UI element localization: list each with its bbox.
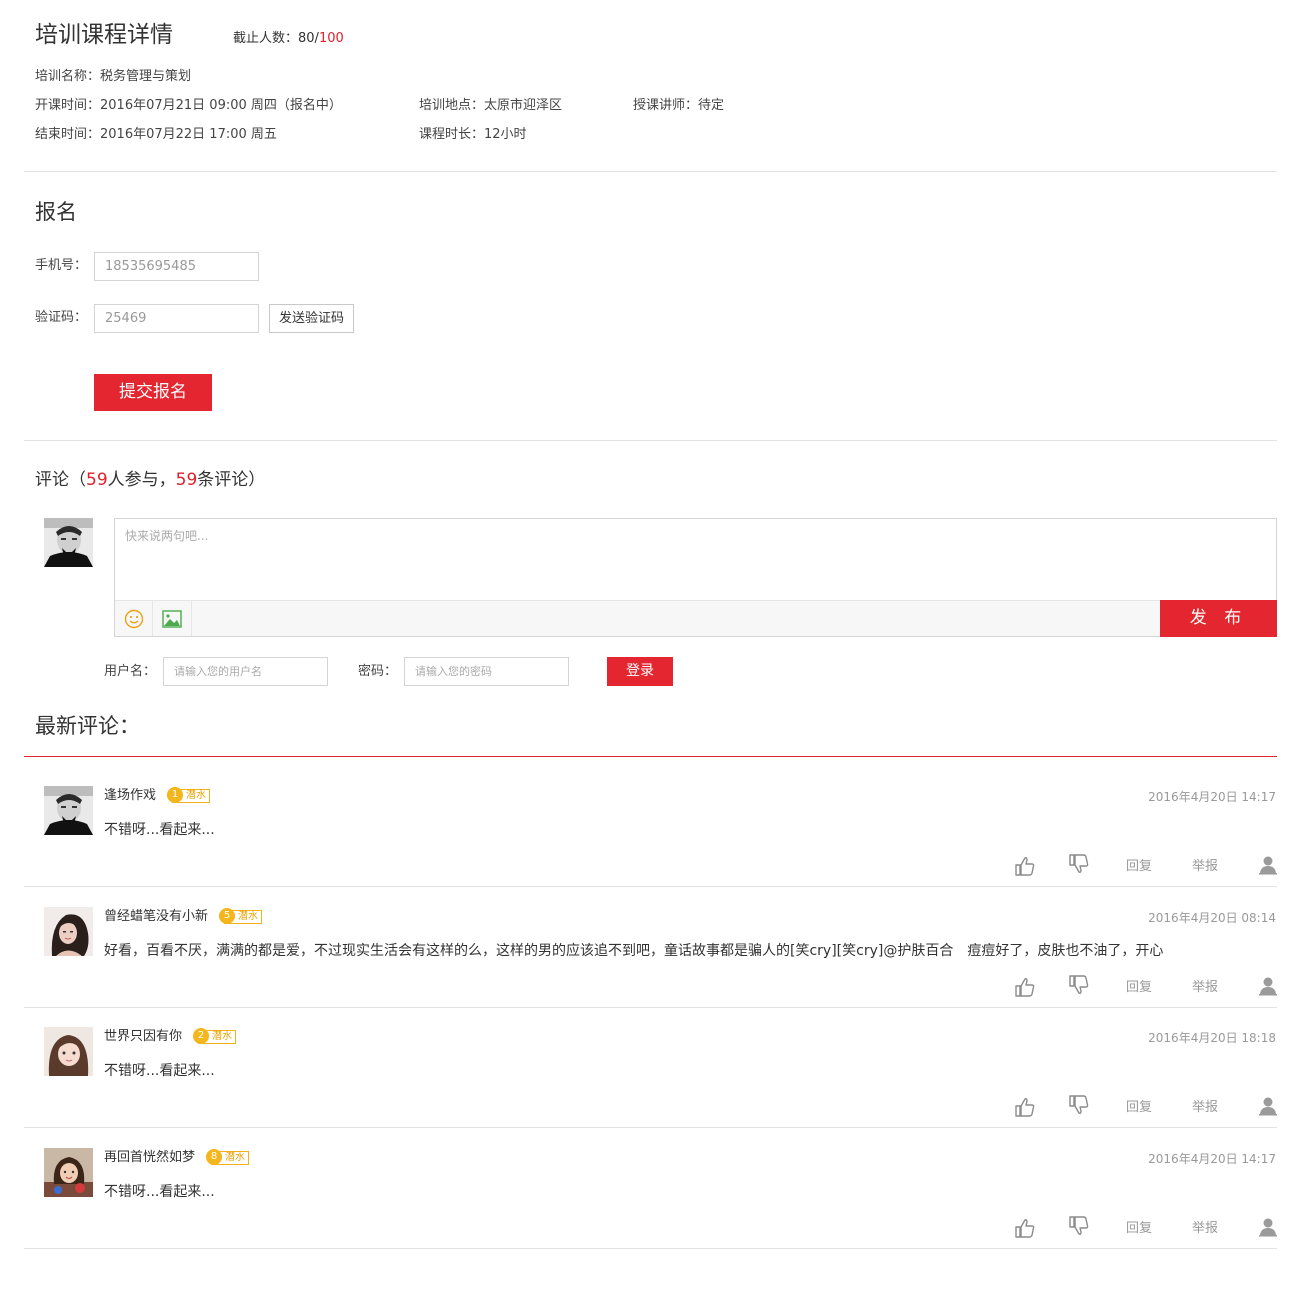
like-icon[interactable] xyxy=(1014,855,1036,881)
comment-header: 逢场作戏 1 潜水 xyxy=(104,787,211,805)
publish-button[interactable]: 发 布 xyxy=(1160,600,1277,637)
report-button[interactable]: 举报 xyxy=(1192,1099,1218,1117)
phone-label: 手机号： xyxy=(35,258,88,273)
latest-comments-heading: 最新评论： xyxy=(35,714,140,738)
submit-signup-button[interactable]: 提交报名 xyxy=(94,374,212,411)
comment-count: 59 xyxy=(175,470,198,490)
summary-mid: 人参与， xyxy=(107,470,176,490)
participant-count: 59 xyxy=(86,470,108,490)
verification-code-input[interactable]: 25469 xyxy=(94,304,259,333)
comment-item: 再回首恍然如梦 8 潜水 2016年4月20日 14:17 不错呀...看起来..… xyxy=(0,1128,1300,1249)
user-level: 1 xyxy=(167,787,184,803)
image-icon[interactable] xyxy=(153,601,192,636)
course-duration: 课程时长：12小时 xyxy=(419,127,527,142)
avatar[interactable] xyxy=(44,907,93,956)
divider xyxy=(24,171,1277,172)
reply-button[interactable]: 回复 xyxy=(1126,1220,1152,1238)
course-name: 培训名称：税务管理与策划 xyxy=(35,69,192,84)
user-level-tag: 潜水 xyxy=(186,790,207,801)
user-level-badge: 2 潜水 xyxy=(193,1028,237,1044)
avatar[interactable] xyxy=(44,1148,93,1197)
password-input[interactable]: 请输入您的密码 xyxy=(404,657,569,686)
editor-toolbar xyxy=(115,600,1276,636)
user-level-badge: 8 潜水 xyxy=(206,1149,250,1165)
report-button[interactable]: 举报 xyxy=(1192,858,1218,876)
quota-current: 80/ xyxy=(298,31,319,46)
user-icon[interactable] xyxy=(1258,855,1278,879)
comment-username[interactable]: 再回首恍然如梦 xyxy=(104,1149,195,1167)
page-title: 培训课程详情 xyxy=(35,22,173,48)
avatar[interactable] xyxy=(44,1027,93,1076)
comment-time: 2016年4月20日 14:17 xyxy=(1148,790,1276,804)
course-teacher: 授课讲师：待定 xyxy=(633,98,725,113)
dislike-icon[interactable] xyxy=(1068,853,1090,879)
user-level: 2 xyxy=(193,1028,210,1044)
comment-item: 逢场作戏 1 潜水 2016年4月20日 14:17 不错呀...看起来... 回… xyxy=(0,766,1300,887)
user-level-tag: 潜水 xyxy=(238,911,259,922)
divider xyxy=(24,440,1277,441)
phone-input[interactable]: 18535695485 xyxy=(94,252,259,281)
latest-comments-divider xyxy=(24,756,1277,757)
comment-header: 曾经蜡笔没有小新 5 潜水 xyxy=(104,908,263,926)
user-level: 8 xyxy=(206,1149,223,1165)
password-label: 密码： xyxy=(358,664,398,679)
reply-button[interactable]: 回复 xyxy=(1126,1099,1152,1117)
comment-text: 不错呀...看起来... xyxy=(104,1184,215,1200)
user-icon[interactable] xyxy=(1258,976,1278,1000)
comment-text: 不错呀...看起来... xyxy=(104,822,215,838)
comment-time: 2016年4月20日 18:18 xyxy=(1148,1031,1276,1045)
comment-text: 好看，百看不厌，满满的都是爱，不过现实生活会有这样的么，这样的男的应该追不到吧，… xyxy=(104,943,1164,959)
comment-editor[interactable]: 快来说两句吧... 发 布 xyxy=(114,518,1277,637)
quota-label: 截止人数： xyxy=(233,31,299,46)
avatar xyxy=(44,518,93,567)
user-level-badge: 5 潜水 xyxy=(219,908,263,924)
user-level-tag: 潜水 xyxy=(212,1031,233,1042)
summary-suffix: 条评论） xyxy=(197,470,266,490)
comment-username[interactable]: 逢场作戏 xyxy=(104,787,156,805)
comment-username[interactable]: 曾经蜡笔没有小新 xyxy=(104,908,208,926)
dislike-icon[interactable] xyxy=(1068,1215,1090,1241)
comment-divider xyxy=(24,1248,1277,1249)
enrollment-quota: 截止人数：80/100 xyxy=(233,30,344,48)
comment-textarea[interactable]: 快来说两句吧... xyxy=(125,528,208,544)
report-button[interactable]: 举报 xyxy=(1192,979,1218,997)
user-level-badge: 1 潜水 xyxy=(167,787,211,803)
signup-heading: 报名 xyxy=(35,200,77,224)
summary-prefix: 评论（ xyxy=(35,470,86,490)
code-label: 验证码： xyxy=(35,310,88,325)
comment-item: 曾经蜡笔没有小新 5 潜水 2016年4月20日 08:14 好看，百看不厌，满满… xyxy=(0,887,1300,1008)
dislike-icon[interactable] xyxy=(1068,1094,1090,1120)
comment-header: 世界只因有你 2 潜水 xyxy=(104,1028,237,1046)
report-button[interactable]: 举报 xyxy=(1192,1220,1218,1238)
comment-username[interactable]: 世界只因有你 xyxy=(104,1028,182,1046)
user-level-tag: 潜水 xyxy=(225,1152,246,1163)
reply-button[interactable]: 回复 xyxy=(1126,858,1152,876)
like-icon[interactable] xyxy=(1014,1217,1036,1243)
comment-item: 世界只因有你 2 潜水 2016年4月20日 18:18 不错呀...看起来...… xyxy=(0,1007,1300,1128)
emoji-icon[interactable] xyxy=(115,601,153,636)
comment-time: 2016年4月20日 14:17 xyxy=(1148,1152,1276,1166)
dislike-icon[interactable] xyxy=(1068,974,1090,1000)
username-input[interactable]: 请输入您的用户名 xyxy=(163,657,328,686)
user-icon[interactable] xyxy=(1258,1217,1278,1241)
login-button[interactable]: 登录 xyxy=(607,657,673,686)
comment-time: 2016年4月20日 08:14 xyxy=(1148,911,1276,925)
comments-summary: 评论（59人参与，59条评论） xyxy=(35,468,265,492)
like-icon[interactable] xyxy=(1014,1096,1036,1122)
comment-text: 不错呀...看起来... xyxy=(104,1063,215,1079)
send-code-button[interactable]: 发送验证码 xyxy=(269,304,354,333)
like-icon[interactable] xyxy=(1014,976,1036,1002)
avatar[interactable] xyxy=(44,786,93,835)
course-start-time: 开课时间：2016年07月21日 09:00 周四（报名中） xyxy=(35,98,342,113)
course-end-time: 结束时间：2016年07月22日 17:00 周五 xyxy=(35,127,277,142)
quota-total: 100 xyxy=(318,31,344,46)
course-location: 培训地点：太原市迎泽区 xyxy=(419,98,563,113)
user-icon[interactable] xyxy=(1258,1096,1278,1120)
reply-button[interactable]: 回复 xyxy=(1126,979,1152,997)
comment-header: 再回首恍然如梦 8 潜水 xyxy=(104,1149,250,1167)
username-label: 用户名： xyxy=(104,664,157,679)
user-level: 5 xyxy=(219,908,236,924)
